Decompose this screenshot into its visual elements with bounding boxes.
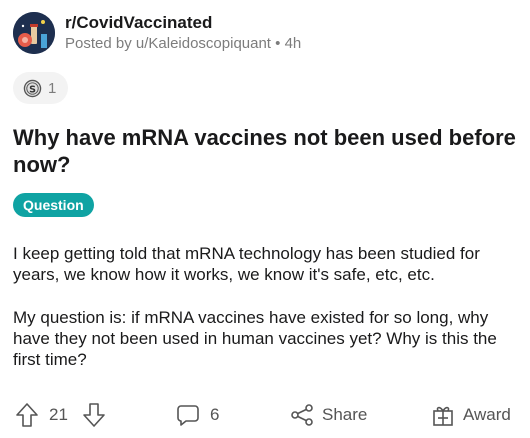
post-title[interactable]: Why have mRNA vaccines not been used bef…	[13, 124, 518, 178]
share-label: Share	[322, 405, 368, 424]
award-button[interactable]: Award	[431, 400, 511, 430]
body-paragraph: My question is: if mRNA vaccines have ex…	[13, 308, 497, 369]
award-badge[interactable]: S 1	[13, 72, 69, 104]
award-label: Award	[463, 405, 511, 424]
silver-coin-icon: S	[23, 79, 42, 97]
comments-button[interactable]: 6	[176, 400, 219, 430]
vote-score: 21	[49, 405, 68, 424]
gift-icon	[433, 406, 453, 426]
post-header: r/CovidVaccinated Posted by u/Kaleidosco…	[13, 12, 301, 54]
comment-count: 6	[210, 405, 220, 424]
upvote-button[interactable]	[15, 400, 39, 430]
flair-badge[interactable]: Question	[13, 193, 94, 217]
svg-text:S: S	[29, 84, 36, 95]
community-avatar[interactable]	[13, 12, 55, 54]
community-name[interactable]: r/CovidVaccinated	[65, 13, 301, 33]
post-body: I keep getting told that mRNA technology…	[13, 243, 518, 392]
action-bar: 21 6 Share Award	[0, 400, 530, 430]
comment-bubble-icon	[177, 405, 199, 426]
upvote-arrow-icon	[16, 403, 38, 427]
award-count: 1	[48, 79, 57, 97]
downvote-button[interactable]	[82, 400, 106, 430]
body-paragraph: I keep getting told that mRNA technology…	[13, 244, 480, 284]
share-button[interactable]: Share	[290, 400, 367, 430]
share-icon	[291, 404, 313, 426]
downvote-arrow-icon	[83, 403, 105, 427]
post-author-line[interactable]: Posted by u/Kaleidoscopiquant • 4h	[65, 34, 301, 54]
